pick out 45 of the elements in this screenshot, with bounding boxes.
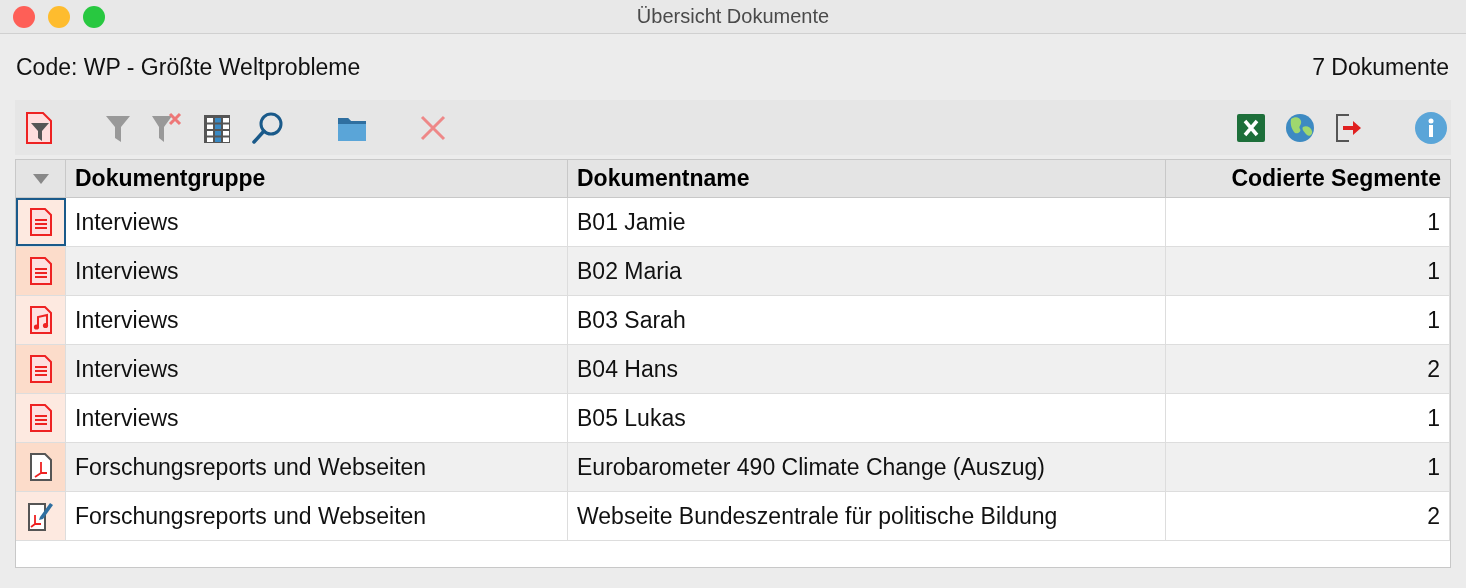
table-cell: Interviews	[66, 247, 568, 295]
table-cell: 1	[1166, 198, 1450, 246]
text-document-icon	[29, 355, 52, 383]
table-cell: 2	[1166, 492, 1450, 540]
table-cell: Forschungsreports und Webseiten	[66, 443, 568, 491]
table-cell: B05 Lukas	[568, 394, 1166, 442]
search-icon[interactable]	[251, 110, 285, 145]
table-cell: 1	[1166, 443, 1450, 491]
table-cell: B03 Sarah	[568, 296, 1166, 344]
text-document-icon	[29, 257, 52, 285]
table-cell: Interviews	[66, 198, 568, 246]
column-header[interactable]: Dokumentname	[568, 160, 1166, 197]
zoom-button[interactable]	[83, 5, 105, 28]
window-title: Übersicht Dokumente	[636, 5, 830, 27]
table-cell: Webseite Bundeszentrale für politische Bildung	[568, 492, 1166, 540]
column-header[interactable]: Codierte Segmente	[1166, 160, 1450, 197]
table-cell: 2	[1166, 345, 1450, 393]
table-cell: Interviews	[66, 345, 568, 393]
code-label: Code: WP - Größte Weltprobleme	[16, 54, 361, 82]
document-filter-icon[interactable]	[25, 110, 53, 145]
delete-icon[interactable]	[419, 113, 447, 142]
sort-caret-icon[interactable]	[32, 173, 49, 184]
table-cell: Interviews	[66, 296, 568, 344]
table-cell: Eurobarometer 490 Climate Change (Auszug)	[568, 443, 1166, 491]
export-icon[interactable]	[1335, 112, 1363, 143]
text-document-icon	[29, 404, 52, 432]
column-header[interactable]: Dokumentgruppe	[66, 160, 568, 197]
table-cell: 1	[1166, 247, 1450, 295]
audio-document-icon	[29, 306, 52, 334]
table-cell: B04 Hans	[568, 345, 1166, 393]
document-count: 7 Dokumente	[1312, 54, 1449, 82]
pdf-document-icon	[29, 453, 52, 481]
table-cell: 1	[1166, 394, 1450, 442]
table-cell: Interviews	[66, 394, 568, 442]
table-cell: Forschungsreports und Webseiten	[66, 492, 568, 540]
table-cell: B01 Jamie	[568, 198, 1166, 246]
web-document-icon	[27, 501, 54, 531]
globe-icon[interactable]	[1285, 112, 1315, 143]
table-cell: B02 Maria	[568, 247, 1166, 295]
text-document-icon	[30, 208, 52, 236]
table-cell: 1	[1166, 296, 1450, 344]
close-button[interactable]	[13, 5, 35, 28]
filter-clear-icon[interactable]	[151, 111, 183, 144]
info-icon[interactable]	[1415, 111, 1447, 144]
excel-icon[interactable]	[1237, 113, 1265, 142]
